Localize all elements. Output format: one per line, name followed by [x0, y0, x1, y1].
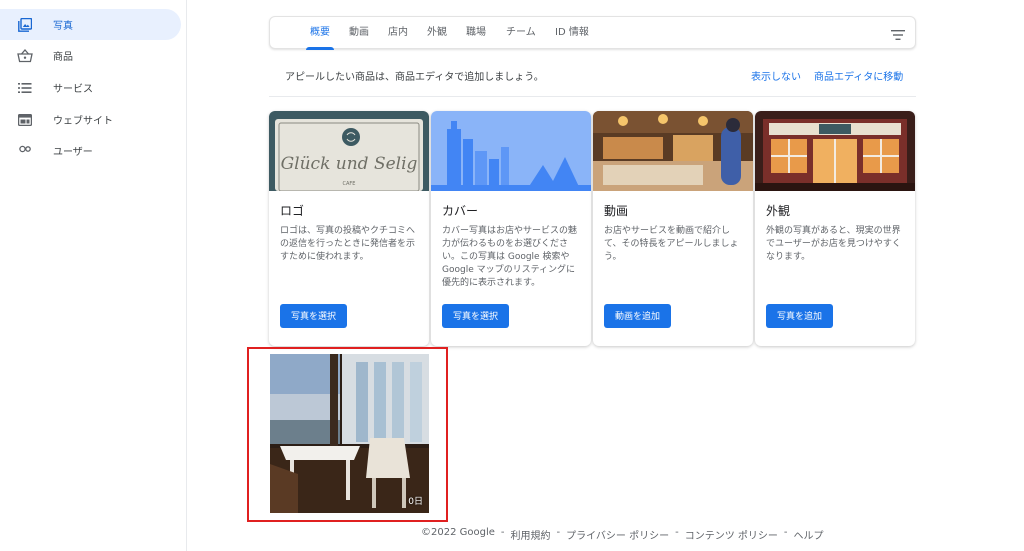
logo-sub: CAFE — [343, 181, 356, 187]
tab-identity[interactable]: ID 情報 — [555, 17, 589, 50]
tab-workplace[interactable]: 職場 — [466, 17, 486, 50]
uploaded-photo[interactable]: 0日 — [270, 354, 429, 513]
tab-interior[interactable]: 店内 — [388, 17, 408, 50]
copyright-text: ©2022 Google — [421, 527, 495, 538]
sidebar-item-users[interactable]: ユーザー — [0, 136, 181, 156]
exterior-thumbnail[interactable] — [755, 111, 915, 191]
card-description: ロゴは、写真の投稿やクチコミへの返信を行ったときに発信者を示すために使われます。 — [280, 226, 416, 262]
sidebar-item-label: サービス — [53, 84, 93, 95]
exterior-card: 外観 外観の写真があると、現実の世界でユーザーがお店を見つけやすくなります。 写… — [755, 111, 915, 346]
card-title: 外観 — [766, 204, 791, 218]
tab-videos[interactable]: 動画 — [349, 17, 369, 50]
content-policy-link[interactable]: コンテンツ ポリシー — [685, 527, 778, 542]
card-description: 外観の写真があると、現実の世界でユーザーがお店を見つけやすくなります。 — [766, 226, 901, 262]
card-description: お店やサービスを動画で紹介して、その特長をアピールしましょう。 — [604, 226, 739, 262]
card-title: カバー — [442, 204, 479, 218]
privacy-policy-link[interactable]: プライバシー ポリシー — [566, 527, 669, 542]
sidebar-item-label: ユーザー — [53, 147, 93, 156]
footer-separator: - — [675, 527, 679, 538]
tab-team[interactable]: チーム — [506, 17, 536, 50]
users-icon — [17, 144, 33, 156]
video-thumbnail[interactable] — [593, 111, 753, 191]
sidebar-item-label: 写真 — [53, 21, 73, 32]
sidebar-item-label: 商品 — [53, 52, 73, 63]
tab-overview[interactable]: 概要 — [306, 17, 334, 50]
sidebar-item-photos[interactable]: 写真 — [0, 9, 181, 40]
photo-category-tabs: 概要 動画 店内 外観 職場 チーム ID 情報 — [269, 16, 916, 50]
video-card: 動画 お店やサービスを動画で紹介して、その特長をアピールしましょう。 動画を追加 — [593, 111, 753, 346]
photo-age-label: 0日 — [408, 497, 423, 507]
footer: ©2022 Google - 利用規約 - プライバシー ポリシー - コンテン… — [421, 527, 824, 542]
footer-separator: - — [500, 527, 505, 538]
footer-separator: - — [556, 527, 561, 538]
sidebar: 写真 商品 サービス ウェブサイト ユーザー — [0, 0, 187, 551]
cover-thumbnail[interactable] — [431, 111, 591, 191]
card-title: 動画 — [604, 204, 629, 218]
list-icon — [17, 80, 33, 96]
select-cover-button[interactable]: 写真を選択 — [442, 304, 510, 328]
sidebar-item-products[interactable]: 商品 — [0, 40, 181, 71]
logo-card: Glück und Selig CAFE ロゴ ロゴは、写真の投稿やクチコミへの… — [269, 111, 429, 346]
logo-wordmark: Glück und Selig — [281, 154, 418, 174]
card-description: カバー写真はお店やサービスの魅力が伝わるものをお選びください。この写真は Goo… — [442, 226, 578, 288]
terms-link[interactable]: 利用規約 — [511, 527, 551, 542]
tab-exterior[interactable]: 外観 — [427, 17, 447, 50]
divider — [269, 96, 916, 97]
dismiss-link[interactable]: 表示しない — [751, 68, 801, 83]
cover-card: カバー カバー写真はお店やサービスの魅力が伝わるものをお選びください。この写真は… — [431, 111, 591, 346]
go-to-product-editor-link[interactable]: 商品エディタに移動 — [814, 68, 903, 83]
add-video-button[interactable]: 動画を追加 — [604, 304, 672, 328]
web-icon — [17, 112, 33, 128]
help-link[interactable]: ヘルプ — [794, 527, 824, 542]
sidebar-item-website[interactable]: ウェブサイト — [0, 104, 181, 135]
select-logo-button[interactable]: 写真を選択 — [280, 304, 348, 328]
logo-thumbnail[interactable]: Glück und Selig CAFE — [269, 111, 429, 191]
shopping-basket-icon — [17, 48, 33, 64]
product-editor-tip: アピールしたい商品は、商品エディタで追加しましょう。 — [285, 72, 544, 83]
sidebar-item-label: ウェブサイト — [53, 116, 113, 127]
filter-list-icon[interactable] — [891, 26, 905, 40]
card-title: ロゴ — [280, 204, 305, 218]
add-exterior-photo-button[interactable]: 写真を追加 — [766, 304, 834, 328]
footer-separator: - — [783, 527, 788, 538]
photo-library-icon — [17, 17, 33, 33]
sidebar-item-services[interactable]: サービス — [0, 72, 181, 103]
